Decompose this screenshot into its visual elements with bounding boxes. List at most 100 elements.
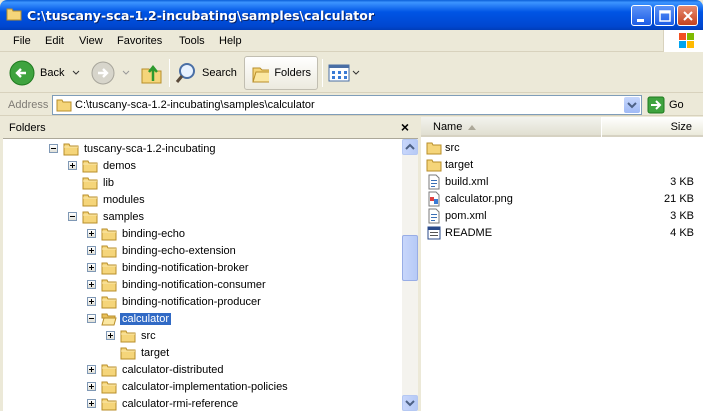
tree-item[interactable]: calculator bbox=[87, 310, 172, 327]
column-header-size[interactable]: Size bbox=[602, 117, 703, 137]
folders-icon bbox=[252, 67, 270, 83]
tree-item-label: binding-notification-producer bbox=[122, 295, 261, 308]
tree-item-label: calculator-rmi-reference bbox=[122, 397, 239, 410]
tree-item-label: src bbox=[141, 329, 156, 342]
minimize-icon bbox=[637, 19, 644, 22]
folders-pane-title: Folders bbox=[9, 122, 46, 134]
scroll-down-button[interactable] bbox=[402, 395, 418, 411]
file-name: README bbox=[445, 226, 493, 239]
folder-icon bbox=[101, 279, 117, 291]
tree-item[interactable]: binding-echo bbox=[87, 225, 187, 242]
tree-item[interactable]: binding-notification-broker bbox=[87, 259, 251, 276]
menu-tools[interactable]: Tools bbox=[179, 35, 205, 47]
collapse-icon[interactable] bbox=[68, 212, 77, 221]
folder-icon bbox=[82, 194, 98, 206]
expand-icon[interactable] bbox=[106, 331, 115, 340]
windows-logo bbox=[663, 30, 703, 52]
file-row[interactable]: calculator.png 21 KB bbox=[426, 190, 694, 207]
tree-item[interactable]: binding-notification-consumer bbox=[87, 276, 268, 293]
scroll-thumb[interactable] bbox=[402, 235, 418, 281]
go-button[interactable]: Go bbox=[647, 96, 684, 114]
expand-icon[interactable] bbox=[87, 246, 96, 255]
folder-icon bbox=[120, 330, 136, 342]
tree-item[interactable]: src bbox=[106, 327, 158, 344]
file-name: target bbox=[445, 158, 474, 171]
close-icon[interactable]: × bbox=[396, 118, 414, 136]
tree-item[interactable]: demos bbox=[68, 157, 138, 174]
search-icon bbox=[175, 63, 195, 83]
folder-icon bbox=[101, 262, 117, 274]
menu-favorites[interactable]: Favorites bbox=[117, 35, 162, 47]
toolbar-separator bbox=[169, 59, 170, 87]
search-button[interactable]: Search bbox=[174, 56, 237, 90]
chevron-down-icon[interactable] bbox=[70, 68, 82, 78]
file-row[interactable]: target bbox=[426, 156, 694, 173]
column-header-name[interactable]: Name bbox=[421, 117, 601, 137]
expand-icon[interactable] bbox=[68, 161, 77, 170]
tree-item[interactable]: calculator-distributed bbox=[87, 361, 226, 378]
menu-help[interactable]: Help bbox=[219, 35, 242, 47]
up-folder-button[interactable] bbox=[139, 56, 165, 90]
tree-item-label: target bbox=[141, 346, 170, 359]
tree-item[interactable]: lib bbox=[82, 174, 116, 191]
tree-item-label: samples bbox=[103, 210, 144, 223]
expand-icon[interactable] bbox=[87, 399, 96, 408]
tree-item[interactable]: calculator-rmi-reference bbox=[87, 395, 240, 411]
text-file-icon bbox=[427, 226, 441, 239]
folder-icon bbox=[426, 142, 442, 154]
minimize-button[interactable] bbox=[631, 5, 652, 26]
back-button[interactable]: Back bbox=[9, 56, 82, 90]
forward-button[interactable] bbox=[90, 56, 132, 90]
chevron-down-icon[interactable] bbox=[120, 68, 132, 78]
tree-item[interactable]: binding-echo-extension bbox=[87, 242, 238, 259]
menu-edit[interactable]: Edit bbox=[45, 35, 64, 47]
file-size: 21 KB bbox=[664, 193, 694, 205]
title-bar[interactable]: C:\tuscany-sca-1.2-incubating\samples\ca… bbox=[0, 0, 703, 30]
menu-file[interactable]: File bbox=[13, 35, 31, 47]
file-row[interactable]: pom.xml 3 KB bbox=[426, 207, 694, 224]
address-dropdown-button[interactable] bbox=[624, 97, 640, 113]
tree-item[interactable]: calculator-implementation-policies bbox=[87, 378, 290, 395]
tree-item-label: binding-echo-extension bbox=[122, 244, 236, 257]
folders-pane-header: Folders × bbox=[3, 117, 418, 139]
menu-view[interactable]: View bbox=[79, 35, 103, 47]
file-row[interactable]: build.xml 3 KB bbox=[426, 173, 694, 190]
folder-icon bbox=[101, 245, 117, 257]
toolbar-separator bbox=[322, 59, 323, 87]
tree-item[interactable]: target bbox=[120, 344, 171, 361]
expand-icon[interactable] bbox=[87, 297, 96, 306]
close-button[interactable] bbox=[677, 5, 698, 26]
expand-icon[interactable] bbox=[87, 229, 96, 238]
tree-item[interactable]: samples bbox=[68, 208, 146, 225]
vertical-scrollbar[interactable] bbox=[402, 139, 418, 411]
views-icon bbox=[328, 64, 350, 82]
maximize-button[interactable] bbox=[654, 5, 675, 26]
collapse-icon[interactable] bbox=[49, 144, 58, 153]
expand-icon[interactable] bbox=[87, 382, 96, 391]
xml-file-icon bbox=[428, 174, 440, 189]
file-row[interactable]: src bbox=[426, 139, 694, 156]
toolbar: Back Search Folders bbox=[0, 53, 703, 93]
expand-icon[interactable] bbox=[87, 263, 96, 272]
file-name: build.xml bbox=[445, 175, 489, 188]
tree-item-label: calculator-distributed bbox=[122, 363, 224, 376]
forward-arrow-icon bbox=[91, 61, 115, 85]
tree-item[interactable]: binding-notification-producer bbox=[87, 293, 263, 310]
expand-icon[interactable] bbox=[87, 365, 96, 374]
collapse-icon[interactable] bbox=[87, 314, 96, 323]
address-input[interactable]: C:\tuscany-sca-1.2-incubating\samples\ca… bbox=[52, 95, 642, 115]
menu-bar: File Edit View Favorites Tools Help bbox=[0, 30, 703, 52]
expand-icon[interactable] bbox=[87, 280, 96, 289]
folder-icon bbox=[101, 296, 117, 308]
folder-icon bbox=[6, 8, 22, 21]
tree-item[interactable]: modules bbox=[82, 191, 147, 208]
back-arrow-icon bbox=[9, 60, 35, 86]
file-row[interactable]: README 4 KB bbox=[426, 224, 694, 241]
scroll-up-button[interactable] bbox=[402, 139, 418, 155]
folders-button[interactable]: Folders bbox=[244, 56, 318, 90]
folder-icon bbox=[63, 143, 79, 155]
chevron-down-icon[interactable] bbox=[351, 68, 361, 78]
tree-item[interactable]: tuscany-sca-1.2-incubating bbox=[49, 140, 217, 157]
address-value: C:\tuscany-sca-1.2-incubating\samples\ca… bbox=[75, 99, 315, 111]
views-button[interactable] bbox=[327, 56, 361, 90]
